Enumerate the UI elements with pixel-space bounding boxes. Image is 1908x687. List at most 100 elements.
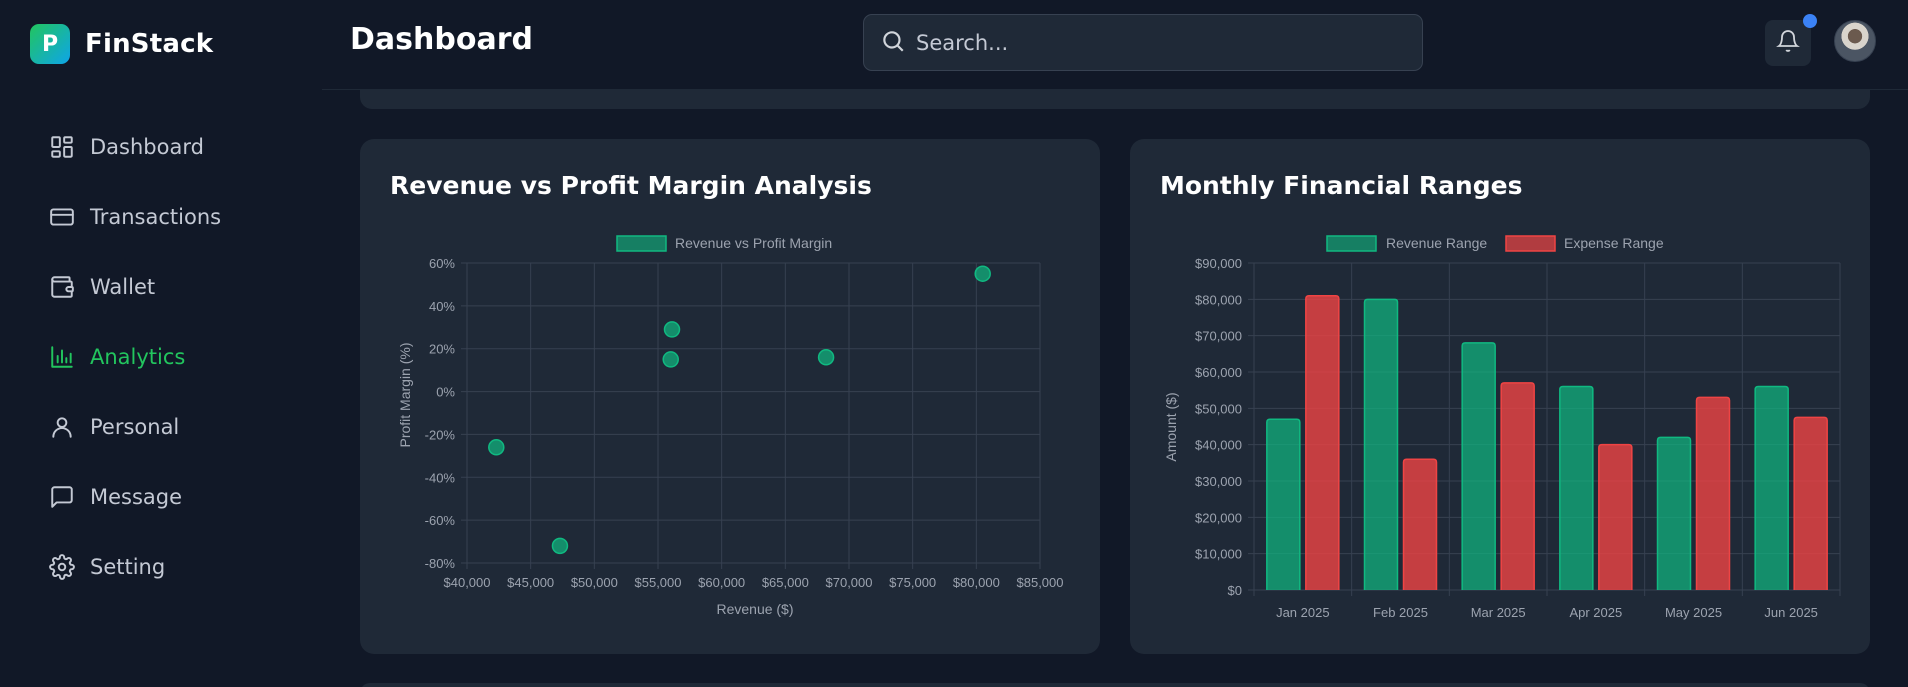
sidebar: P FinStack Dashboard Transactions Wallet: [0, 0, 322, 687]
sidebar-item-label: Personal: [90, 415, 180, 439]
y-tick-label: 60%: [429, 256, 455, 271]
bar-expense[interactable]: [1305, 294, 1340, 590]
search-bar[interactable]: [863, 14, 1423, 71]
search-icon: [880, 28, 906, 58]
x-tick-label: $55,000: [635, 575, 682, 590]
x-tick-label: Jan 2025: [1276, 605, 1330, 620]
scatter-point[interactable]: [662, 351, 679, 368]
message-icon: [48, 483, 76, 511]
card-partial-top: [360, 90, 1870, 109]
search-input[interactable]: [916, 30, 1396, 55]
brand-name: FinStack: [85, 29, 214, 59]
x-tick-label: Feb 2025: [1373, 605, 1428, 620]
bar-chart: $90,000 $80,000 $70,000 $60,000 $50,000 $40,0…: [1163, 235, 1841, 620]
scatter-point[interactable]: [663, 321, 681, 338]
x-tick-label: Mar 2025: [1471, 605, 1526, 620]
sidebar-nav: Dashboard Transactions Wallet Analytics …: [48, 112, 221, 602]
y-tick-label: $20,000: [1195, 510, 1242, 525]
sidebar-item-label: Transactions: [90, 205, 222, 229]
bar-expense[interactable]: [1695, 396, 1731, 590]
y-axis-label: Amount ($): [1163, 392, 1179, 461]
y-tick-label: $70,000: [1195, 329, 1242, 344]
x-tick-label: $85,000: [1017, 575, 1064, 590]
sidebar-item-personal[interactable]: Personal: [48, 392, 221, 462]
bar-expense[interactable]: [1500, 382, 1535, 590]
bar-revenue[interactable]: [1461, 342, 1496, 590]
y-tick-label: -20%: [425, 427, 456, 442]
scatter-point[interactable]: [817, 349, 835, 366]
x-tick-label: $65,000: [762, 575, 809, 590]
sidebar-item-analytics[interactable]: Analytics: [48, 322, 221, 392]
brand-logo: P: [30, 24, 70, 64]
x-tick-label: $45,000: [507, 575, 554, 590]
y-tick-label: 20%: [429, 342, 455, 357]
scatter-chart: 60% 40% 20% 0% -20% -40% -60% -80% $40,000 $45,0…: [397, 235, 1064, 617]
dashboard-icon: [48, 133, 76, 161]
sidebar-item-wallet[interactable]: Wallet: [48, 252, 221, 322]
y-tick-label: $40,000: [1195, 438, 1242, 453]
bar-expense[interactable]: [1598, 443, 1633, 590]
sidebar-item-setting[interactable]: Setting: [48, 532, 221, 602]
avatar[interactable]: [1834, 20, 1876, 62]
legend-swatch-revenue: [1326, 235, 1377, 252]
y-tick-label: $10,000: [1195, 547, 1242, 562]
scatter-point[interactable]: [551, 537, 569, 555]
notification-dot: [1803, 14, 1817, 28]
legend-label-revenue: Revenue Range: [1386, 235, 1487, 251]
brand[interactable]: P FinStack: [30, 24, 213, 64]
y-tick-label: 0%: [436, 385, 455, 400]
sidebar-item-transactions[interactable]: Transactions: [48, 182, 221, 252]
y-tick-label: $90,000: [1195, 256, 1242, 271]
x-tick-label: $80,000: [953, 575, 1000, 590]
sidebar-item-label: Dashboard: [90, 135, 204, 159]
bar-revenue[interactable]: [1559, 385, 1594, 590]
bar-revenue[interactable]: [1266, 418, 1301, 590]
sidebar-item-label: Message: [90, 485, 183, 509]
bar-expense[interactable]: [1793, 416, 1828, 590]
bar-revenue[interactable]: [1754, 385, 1789, 590]
wallet-icon: [48, 273, 76, 301]
y-tick-label: $60,000: [1195, 365, 1242, 380]
sidebar-item-label: Setting: [90, 555, 166, 579]
top-header: Dashboard: [322, 0, 1908, 90]
sidebar-item-message[interactable]: Message: [48, 462, 221, 532]
y-tick-label: $0: [1228, 583, 1242, 598]
bar-chart-icon: [48, 343, 76, 371]
card-partial-bottom: [360, 683, 1870, 687]
x-tick-label: Apr 2025: [1569, 605, 1622, 620]
bell-icon: [1776, 29, 1800, 57]
y-tick-label: $50,000: [1195, 401, 1242, 416]
y-axis-label: Profit Margin (%): [397, 342, 413, 447]
legend-label: Revenue vs Profit Margin: [675, 235, 832, 251]
x-axis-label: Revenue ($): [716, 601, 793, 617]
y-tick-label: -60%: [425, 513, 456, 528]
x-tick-label: $70,000: [826, 575, 873, 590]
scatter-point[interactable]: [488, 439, 505, 456]
x-tick-label: Jun 2025: [1764, 605, 1818, 620]
x-tick-label: $60,000: [698, 575, 745, 590]
card-icon: [48, 203, 76, 231]
bar-expense[interactable]: [1402, 458, 1438, 590]
user-icon: [48, 413, 76, 441]
y-tick-label: -80%: [425, 556, 456, 571]
y-tick-label: -40%: [425, 470, 456, 485]
legend-swatch-expense: [1505, 235, 1556, 252]
y-tick-label: 40%: [429, 299, 455, 314]
sidebar-item-dashboard[interactable]: Dashboard: [48, 112, 221, 182]
y-tick-label: $30,000: [1195, 474, 1242, 489]
bar-revenue[interactable]: [1656, 436, 1692, 590]
page-title: Dashboard: [350, 22, 533, 57]
scatter-point[interactable]: [974, 265, 991, 282]
y-tick-label: $80,000: [1195, 292, 1242, 307]
notification-button[interactable]: [1765, 14, 1817, 66]
monthly-ranges-card: Monthly Financial Ranges $90,000 $80,000 $…: [1130, 139, 1870, 654]
legend-label-expense: Expense Range: [1564, 235, 1664, 251]
sidebar-item-label: Analytics: [90, 345, 186, 369]
revenue-profit-card: Revenue vs Profit Margin Analysis 60% 40%…: [360, 139, 1100, 654]
bar-revenue[interactable]: [1363, 298, 1399, 590]
sidebar-item-label: Wallet: [90, 275, 156, 299]
x-tick-label: $75,000: [889, 575, 936, 590]
x-tick-label: $40,000: [444, 575, 491, 590]
gear-icon: [48, 553, 76, 581]
x-tick-label: $50,000: [571, 575, 618, 590]
